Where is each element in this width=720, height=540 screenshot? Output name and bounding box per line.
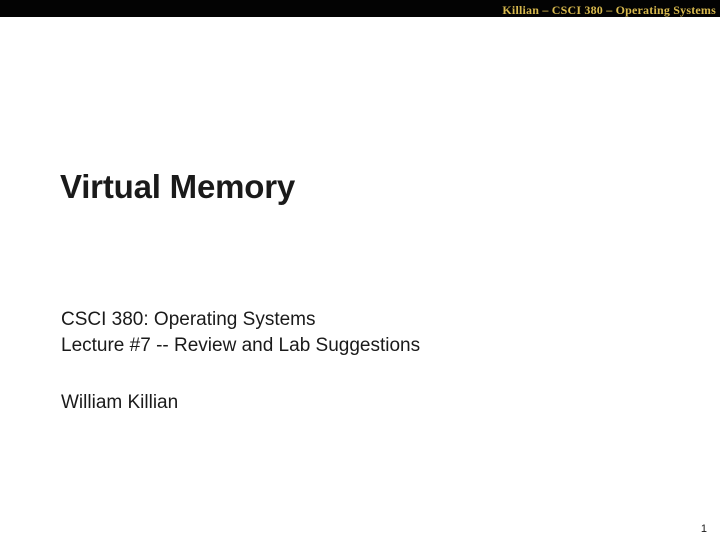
slide-header-bar: Killian – CSCI 380 – Operating Systems xyxy=(0,0,720,17)
page-number: 1 xyxy=(701,524,707,535)
slide-title: Virtual Memory xyxy=(60,170,295,203)
slide-body-text: CSCI 380: Operating Systems Lecture #7 -… xyxy=(61,307,420,416)
lecture-line: Lecture #7 -- Review and Lab Suggestions xyxy=(61,333,420,359)
course-line: CSCI 380: Operating Systems xyxy=(61,307,420,333)
course-header-label: Killian – CSCI 380 – Operating Systems xyxy=(502,3,716,17)
slide-canvas: Killian – CSCI 380 – Operating Systems V… xyxy=(0,0,720,540)
author-line: William Killian xyxy=(61,390,420,416)
